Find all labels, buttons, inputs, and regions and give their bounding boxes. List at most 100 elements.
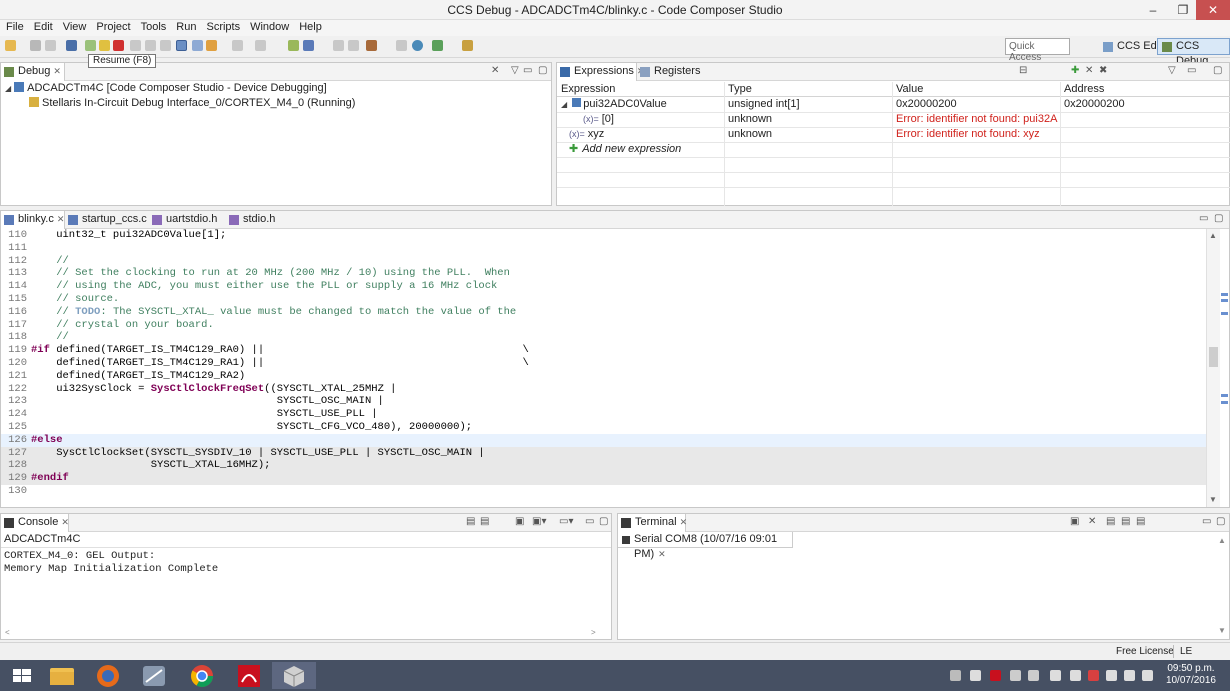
clear-console-icon[interactable]: ▤ [466, 516, 475, 527]
external-tools-icon[interactable] [462, 40, 473, 51]
tab-blinky-c[interactable]: blinky.c ✕ [1, 211, 65, 229]
code-line[interactable]: 110 uint32_t pui32ADC0Value[1]; [1, 229, 1206, 242]
code-line[interactable]: 122 ui32SysClock = SysCtlClockFreqSet((S… [1, 383, 1206, 396]
minimize-view-icon[interactable]: ▭ [1202, 516, 1211, 527]
debug-session-node[interactable]: ◢ ADCADCTm4C [Code Composer Studio - Devi… [5, 81, 327, 96]
console-icon[interactable] [396, 40, 407, 51]
back-icon[interactable] [348, 40, 359, 51]
battery-icon[interactable] [1106, 670, 1117, 681]
code-line[interactable]: 115 // source. [1, 293, 1206, 306]
minimize-view-icon[interactable]: ▭ [1187, 65, 1196, 76]
code-line[interactable]: 127 SysCtlClockSet(SYSCTL_SYSDIV_10 | SY… [1, 446, 1206, 460]
step-into-icon[interactable] [130, 40, 141, 51]
perspective-ccs-debug[interactable]: CCS Debug [1157, 38, 1230, 67]
tray-adobe-icon[interactable] [990, 670, 1001, 681]
reset-icon[interactable] [192, 40, 203, 51]
scroll-down-icon[interactable]: ▼ [1209, 495, 1217, 504]
maximize-view-icon[interactable]: ▢ [538, 65, 547, 76]
scroll-up-icon[interactable]: ▲ [1218, 536, 1226, 545]
expression-value[interactable]: 0x20000200 [896, 97, 1056, 112]
quick-access-input[interactable]: Quick Access [1005, 38, 1070, 63]
load-program-icon[interactable] [288, 40, 299, 51]
menu-help[interactable]: Help [295, 20, 326, 34]
tab-console[interactable]: Console ✕ [1, 514, 69, 532]
forward-icon[interactable] [333, 40, 344, 51]
column-type[interactable]: Type [728, 82, 888, 97]
step-over-icon[interactable] [145, 40, 156, 51]
pin-console-icon[interactable]: ▣ [515, 516, 524, 527]
run-config-icon[interactable] [432, 40, 443, 51]
close-button[interactable]: ✕ [1196, 0, 1230, 20]
column-expression[interactable]: Expression [561, 82, 721, 97]
tab-stdio-h[interactable]: stdio.h [226, 211, 286, 229]
ccs-task[interactable] [132, 662, 176, 689]
resume-icon[interactable] [85, 40, 96, 51]
maximize-view-icon[interactable]: ▢ [599, 516, 608, 527]
menu-scripts[interactable]: Scripts [202, 20, 244, 34]
debug-target-node[interactable]: Stellaris In-Circuit Debug Interface_0/C… [29, 96, 355, 111]
restart-icon[interactable] [206, 40, 217, 51]
debug-view-icon[interactable] [66, 40, 77, 51]
scroll-right-icon[interactable]: > [591, 628, 596, 637]
view-menu-icon[interactable]: ▽ [511, 65, 519, 76]
tray-app-icon[interactable] [1028, 670, 1039, 681]
search-icon[interactable] [412, 40, 423, 51]
memory-icon[interactable] [303, 40, 314, 51]
expression-value[interactable]: Error: identifier not found: pui32ADC... [896, 112, 1058, 127]
tray-cube-icon[interactable] [950, 670, 961, 681]
table-row[interactable]: (x)= xyz [569, 127, 719, 142]
scrollbar-thumb[interactable] [1209, 347, 1218, 367]
minimize-button[interactable]: – [1138, 0, 1168, 20]
editor-scrollbar[interactable]: ▲ ▼ [1206, 229, 1220, 507]
scroll-up-icon[interactable]: ▲ [1209, 231, 1217, 240]
code-line[interactable]: 119 #if defined(TARGET_IS_TM4C129_RA0) ||… [1, 344, 1206, 357]
file-explorer-task[interactable] [40, 662, 84, 689]
disconnect-icon[interactable]: ✕ [1088, 516, 1096, 527]
close-tab-icon[interactable]: ✕ [57, 214, 65, 224]
maximize-view-icon[interactable]: ▢ [1213, 65, 1222, 76]
tab-registers[interactable]: Registers [637, 63, 707, 81]
column-address[interactable]: Address [1064, 82, 1224, 97]
chrome-task[interactable] [180, 662, 224, 689]
tab-uartstdio-h[interactable]: uartstdio.h [149, 211, 223, 229]
menu-view[interactable]: View [59, 20, 91, 34]
volume-icon[interactable] [1142, 670, 1153, 681]
code-line[interactable]: 113 // Set the clocking to run at 20 MHz… [1, 267, 1206, 280]
add-new-expression[interactable]: ✚ Add new expression [569, 142, 724, 157]
minimize-view-icon[interactable]: ▭ [585, 516, 594, 527]
add-expression-icon[interactable]: ✚ [1071, 65, 1079, 76]
expand-arrow-icon[interactable]: ◢ [5, 84, 11, 93]
code-line[interactable]: 116 // TODO: The SYSCTL_XTAL_ value must… [1, 306, 1206, 319]
code-line[interactable]: 114 // using the ADC, you must either us… [1, 280, 1206, 293]
close-session-icon[interactable]: ✕ [658, 549, 666, 559]
assembly-step-icon[interactable] [232, 40, 243, 51]
step-return-icon[interactable] [160, 40, 171, 51]
expand-arrow-icon[interactable]: ◢ [561, 100, 567, 109]
column-value[interactable]: Value [896, 82, 1056, 97]
save-all-icon[interactable] [45, 40, 56, 51]
remove-terminated-icon[interactable]: ✕ [491, 65, 499, 76]
tools-icon[interactable] [366, 40, 377, 51]
code-line[interactable]: 128 SYSCTL_XTAL_16MHZ); [1, 459, 1206, 473]
tray-network-icon[interactable] [970, 670, 981, 681]
table-row[interactable]: (x)= [0] [583, 112, 723, 127]
collapse-all-icon[interactable]: ⊟ [1019, 65, 1027, 76]
scroll-down-icon[interactable]: ▼ [1218, 626, 1226, 635]
code-line[interactable]: 118 // [1, 331, 1206, 344]
code-line[interactable]: 125 SYSCTL_CFG_VCO_480), 20000000); [1, 421, 1206, 434]
connect-icon[interactable]: ▣ [1070, 516, 1079, 527]
code-line[interactable]: 124 SYSCTL_USE_PLL | [1, 408, 1206, 421]
maximize-button[interactable]: ❐ [1168, 0, 1198, 20]
display-console-icon[interactable]: ▣▾ [532, 516, 546, 527]
remove-expression-icon[interactable]: ✕ [1085, 65, 1093, 76]
overview-marker[interactable] [1221, 312, 1228, 315]
menu-run[interactable]: Run [172, 20, 200, 34]
maximize-view-icon[interactable]: ▢ [1216, 516, 1225, 527]
system-clock[interactable]: 09:50 p.m. 10/07/2016 [1166, 663, 1216, 687]
tray-antivirus-icon[interactable] [1088, 670, 1099, 681]
code-line[interactable]: 111 [1, 242, 1206, 255]
code-editor[interactable]: 110 uint32_t pui32ADC0Value[1]; 111 112 //… [1, 229, 1206, 501]
tray-app-icon[interactable] [1010, 670, 1021, 681]
scroll-lock-icon[interactable]: ▤ [480, 516, 489, 527]
tab-startup-ccs-c[interactable]: startup_ccs.c [65, 211, 149, 229]
